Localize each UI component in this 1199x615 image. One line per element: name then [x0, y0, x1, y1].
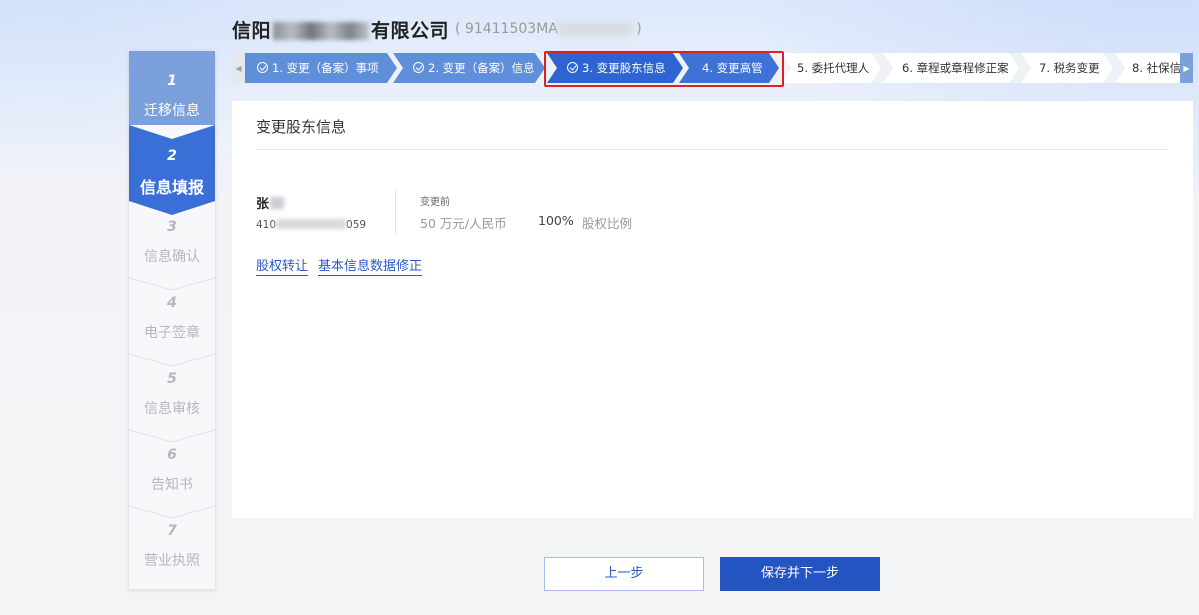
- vstep-4: 4 电子签章: [129, 295, 215, 353]
- credit-code-suffix: ): [631, 21, 642, 37]
- equity-ratio-label: 股权比例: [582, 216, 633, 231]
- vstep-number: 7: [167, 523, 177, 539]
- redacted-text: [270, 197, 285, 209]
- chevron-down-icon: [129, 201, 215, 215]
- info-correction-link[interactable]: 基本信息数据修正: [318, 259, 423, 276]
- tab-step-4[interactable]: 4. 变更高管: [679, 53, 779, 83]
- equity-transfer-link[interactable]: 股权转让: [256, 259, 309, 276]
- tab-step-7[interactable]: 7. 税务变更: [1021, 53, 1113, 83]
- tab-label: 6. 章程或章程修正案: [902, 61, 1009, 75]
- before-change-label: 变更前: [420, 197, 450, 208]
- tab-label: 1. 变更（备案）事项: [272, 61, 379, 75]
- vstep-5: 5 信息审核: [129, 371, 215, 429]
- tab-label: 2. 变更（备案）信息: [428, 61, 535, 75]
- vstep-label: 信息填报: [139, 178, 204, 197]
- vstep-label: 电子签章: [144, 325, 200, 341]
- vstep-number: 4: [167, 295, 177, 311]
- divider: [395, 189, 396, 235]
- vstep-label: 信息确认: [144, 249, 200, 265]
- credit-code: ( 91411503MA ): [455, 21, 642, 37]
- vstep-label: 信息审核: [144, 401, 200, 417]
- tab-step-3[interactable]: 3. 变更股东信息: [547, 53, 683, 83]
- vstep-label: 迁移信息: [144, 103, 200, 119]
- prev-step-button[interactable]: 上一步: [544, 557, 704, 591]
- chevron-down-icon: [129, 429, 215, 443]
- panel-title: 变更股东信息: [256, 118, 347, 136]
- shareholder-name-text: 张: [256, 197, 270, 212]
- vstep-number: 3: [167, 219, 177, 235]
- main-panel: 变更股东信息 张 410 059 变更前 50 万元/人民币 100% 股权比例 …: [232, 101, 1193, 518]
- company-name: 信阳 有限公司: [232, 16, 449, 43]
- vstep-label: 营业执照: [144, 553, 200, 569]
- company-name-prefix: 信阳: [232, 19, 272, 42]
- chevron-down-icon: [129, 125, 215, 139]
- vstep-number: 5: [167, 371, 177, 387]
- check-circle-icon: [567, 62, 578, 73]
- chevron-right-icon[interactable]: ▶: [1180, 53, 1193, 83]
- tab-step-5[interactable]: 5. 委托代理人: [781, 53, 881, 83]
- tab-label: 7. 税务变更: [1039, 61, 1100, 75]
- chevron-down-icon: [129, 353, 215, 367]
- equity-ratio: 100%: [538, 213, 574, 228]
- vstep-6: 6 告知书: [129, 447, 215, 505]
- company-name-suffix: 有限公司: [371, 19, 450, 42]
- tab-step-8[interactable]: 8. 社保信: [1115, 53, 1185, 83]
- redacted-text: [557, 22, 632, 36]
- tab-label: 3. 变更股东信息: [582, 61, 666, 75]
- check-circle-icon: [257, 62, 268, 73]
- check-circle-icon: [413, 62, 424, 73]
- vstep-number: 1: [167, 73, 177, 89]
- vstep-7: 7 营业执照: [129, 523, 215, 581]
- tab-step-2[interactable]: 2. 变更（备案）信息: [393, 53, 545, 83]
- tab-label: 4. 变更高管: [702, 61, 763, 75]
- vstep-number: 6: [167, 447, 177, 463]
- shareholder-name: 张: [256, 193, 285, 212]
- shareholder-id-suffix: 059: [346, 219, 367, 231]
- shareholder-id-prefix: 410: [256, 219, 277, 231]
- tab-label: 5. 委托代理人: [797, 61, 870, 75]
- credit-code-prefix: ( 91411503MA: [455, 21, 558, 37]
- chevron-down-icon: [129, 505, 215, 519]
- vstep-number: 2: [167, 148, 177, 164]
- chevron-left-icon[interactable]: ◀: [232, 53, 245, 83]
- redacted-text: [273, 22, 370, 40]
- redacted-text: [276, 219, 347, 229]
- tab-label: 8. 社保信: [1132, 61, 1182, 75]
- vstep-1: 1 迁移信息: [129, 51, 215, 125]
- vstep-2: 2 信息填报: [129, 139, 215, 201]
- tab-step-6[interactable]: 6. 章程或章程修正案: [883, 53, 1019, 83]
- shareholder-id: 410 059: [256, 219, 366, 231]
- tab-step-1[interactable]: 1. 变更（备案）事项: [245, 53, 397, 83]
- chevron-down-icon: [129, 277, 215, 291]
- save-next-button[interactable]: 保存并下一步: [720, 557, 880, 591]
- vstep-3: 3 信息确认: [129, 219, 215, 277]
- divider: [256, 149, 1168, 150]
- step-tabs: ◀ 1. 变更（备案）事项 2. 变更（备案）信息 3. 变更股东信息 4. 变…: [232, 53, 1193, 83]
- vstep-label: 告知书: [151, 477, 193, 493]
- company-header: 信阳 有限公司 ( 91411503MA ): [232, 14, 642, 44]
- vertical-step-nav: 1 迁移信息 2 信息填报 3 信息确认 4 电子签章 5 信息审核 6 告知书…: [129, 51, 215, 589]
- capital-amount: 50 万元/人民币: [420, 216, 507, 231]
